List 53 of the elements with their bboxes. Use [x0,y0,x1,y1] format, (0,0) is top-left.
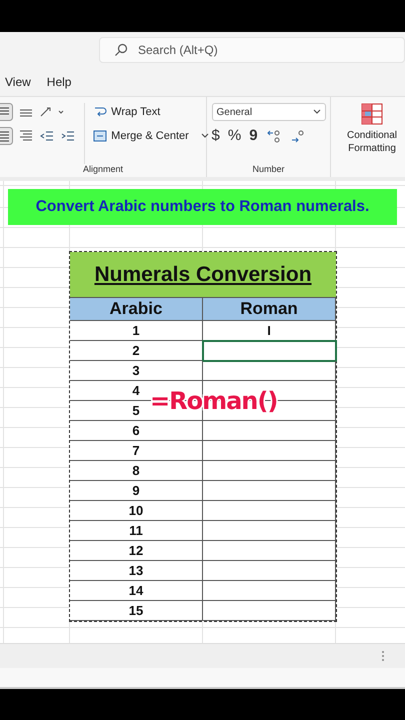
align-left-icon[interactable] [0,127,14,145]
table-cell: 14 [70,581,203,601]
table-cell: 6 [70,421,203,441]
increase-decimal-icon[interactable] [266,128,282,144]
table-cell: 9 [70,481,203,501]
more-icon[interactable] [381,650,385,662]
table-cell: 8 [70,461,203,481]
search-field[interactable]: Search (Alt+Q) [99,37,405,63]
table-cell[interactable] [203,341,336,361]
group-label: Alignment [82,164,124,174]
table-cell: 15 [70,601,203,621]
table-cell[interactable] [203,421,336,441]
table-cell[interactable] [203,361,336,381]
table-cell[interactable] [203,601,336,621]
merge-center-button[interactable]: Merge & Center [91,127,211,145]
percent-button[interactable]: % [228,127,242,144]
table-cell[interactable] [203,561,336,581]
table-cell: 1 [70,321,203,341]
number-format-dropdown[interactable]: General [212,103,326,121]
table-cell[interactable] [203,521,336,541]
table-cell: 11 [70,521,203,541]
table-cell[interactable]: I [203,321,336,341]
table-cell: 7 [70,441,203,461]
table-cell[interactable] [203,441,336,461]
table-cell[interactable] [203,461,336,481]
table-cell[interactable] [203,581,336,601]
decrease-decimal-icon[interactable] [290,128,306,144]
search-icon [114,43,128,57]
column-header: Arabic [70,298,203,321]
table-cell: 12 [70,541,203,561]
conditional-formatting-button[interactable]: Conditional Formatting [339,103,405,155]
wrap-text-icon [93,105,108,119]
table-title: Numerals Conversion [70,252,336,298]
table-cell[interactable] [203,541,336,561]
group-label: Number [252,164,284,174]
merge-cells-icon [93,129,108,143]
table-cell: 3 [70,361,203,381]
table-cell: 13 [70,561,203,581]
table-cell: 10 [70,501,203,521]
wrap-text-button[interactable]: Wrap Text [91,103,211,121]
currency-button[interactable]: $ [212,127,220,144]
menu-tab[interactable]: Help [46,75,72,89]
chevron-down-icon [200,133,209,139]
table-grid-icon [361,103,383,125]
comma-style-button[interactable]: 9 [249,127,258,144]
title-banner: Convert Arabic numbers to Roman numerals. [8,189,397,225]
table-cell: 2 [70,341,203,361]
chevron-down-icon [312,109,320,115]
align-top-icon[interactable] [0,103,14,121]
menu-tab[interactable]: View [5,75,31,89]
table-cell[interactable] [203,501,336,521]
table-cell[interactable] [203,481,336,501]
column-header: Roman [203,298,336,321]
